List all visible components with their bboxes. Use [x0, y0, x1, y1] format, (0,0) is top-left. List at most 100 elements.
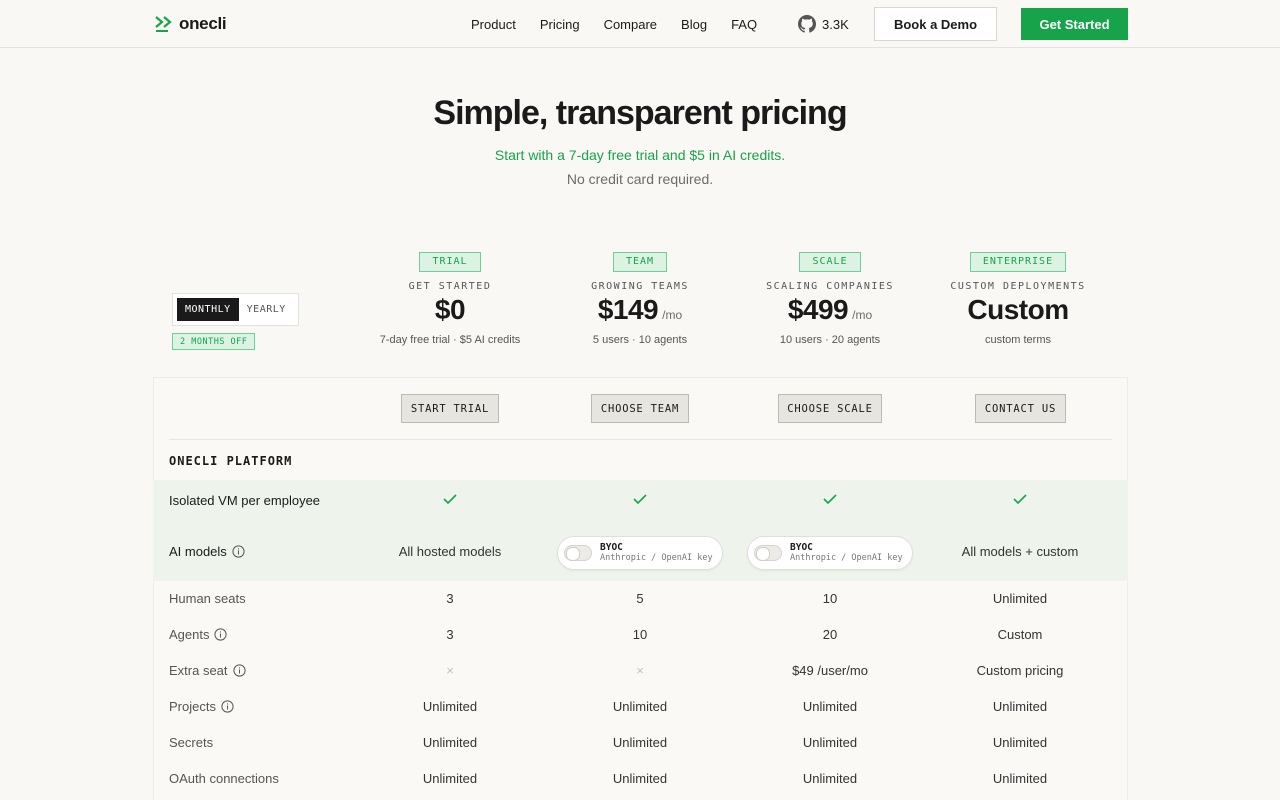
byoc-switch[interactable] — [754, 545, 782, 561]
row-label-isolated-vm: Isolated VM per employee — [169, 493, 321, 508]
billing-monthly-option[interactable]: MONTHLY — [177, 298, 239, 321]
hero-subtitle-secondary: No credit card required. — [566, 171, 714, 187]
plan-kicker: GROWING TEAMS — [591, 281, 689, 292]
table-cell: 10 — [822, 591, 838, 606]
page-title: Simple, transparent pricing — [433, 94, 847, 132]
row-label-text: AI models — [169, 544, 227, 559]
plan-kicker: GET STARTED — [408, 281, 492, 292]
plan-price: $0 — [434, 294, 466, 325]
start-trial-button[interactable]: START TRIAL — [401, 394, 499, 423]
row-label-ai-models: AI models — [169, 544, 245, 559]
table-cell: 20 — [822, 627, 838, 642]
table-cell: 3 — [446, 627, 454, 642]
cross-icon: × — [446, 663, 454, 678]
table-cell: Unlimited — [612, 771, 668, 786]
plan-kicker: SCALING COMPANIES — [766, 281, 894, 292]
choose-scale-button[interactable]: CHOOSE SCALE — [778, 394, 882, 423]
row-label-projects: Projects — [169, 699, 234, 714]
get-started-button[interactable]: Get Started — [1021, 8, 1128, 40]
top-nav: onecli Product Pricing Compare Blog FAQ … — [0, 0, 1280, 48]
plan-price: $499 — [787, 294, 849, 325]
nav-link-faq[interactable]: FAQ — [731, 17, 757, 32]
check-icon — [545, 493, 735, 508]
models-trial: All hosted models — [398, 544, 502, 559]
nav-link-product[interactable]: Product — [471, 17, 516, 32]
cross-icon: × — [636, 663, 644, 678]
byoc-switch[interactable] — [564, 545, 592, 561]
info-icon[interactable] — [214, 628, 228, 641]
row-label-secrets: Secrets — [169, 735, 214, 750]
nav-link-blog[interactable]: Blog — [681, 17, 707, 32]
table-cell: 3 — [446, 591, 454, 606]
plan-team: TEAM GROWING TEAMS $149 /mo 5 users · 10… — [545, 251, 735, 346]
contact-us-button[interactable]: CONTACT US — [975, 394, 1066, 423]
info-icon[interactable] — [232, 664, 246, 677]
logo[interactable]: onecli — [154, 14, 227, 34]
row-label-oauth-connections: OAuth connections — [169, 771, 279, 786]
byoc-toggle-team[interactable]: BYOC Anthropic / OpenAI key — [557, 536, 723, 570]
byoc-subtitle: Anthropic / OpenAI key — [600, 552, 713, 563]
table-cell: Unlimited — [802, 699, 858, 714]
info-icon[interactable] — [232, 545, 245, 558]
plan-tag: SCALE — [799, 252, 861, 272]
plan-tag: TRIAL — [419, 252, 481, 272]
table-cell: Unlimited — [802, 771, 858, 786]
table-cell: Unlimited — [992, 771, 1048, 786]
book-demo-button[interactable]: Book a Demo — [874, 7, 997, 41]
github-link[interactable]: 3.3K — [798, 15, 849, 33]
plan-note: 7-day free trial · $5 AI credits — [379, 334, 521, 346]
discount-badge: 2 MONTHS OFF — [172, 333, 256, 350]
byoc-title: BYOC — [790, 541, 813, 553]
billing-toggle: MONTHLY YEARLY — [172, 293, 299, 326]
table-cell: Unlimited — [992, 735, 1048, 750]
row-label-text: Agents — [169, 627, 210, 642]
plan-period: /mo — [662, 308, 683, 322]
row-label-human-seats: Human seats — [169, 591, 246, 606]
byoc-title: BYOC — [600, 541, 623, 553]
github-icon — [798, 15, 816, 33]
plan-price: Custom — [967, 294, 1069, 325]
nav-links: Product Pricing Compare Blog FAQ — [471, 0, 781, 48]
byoc-subtitle: Anthropic / OpenAI key — [790, 552, 903, 563]
table-cell: Unlimited — [802, 735, 858, 750]
plan-price: $149 — [597, 294, 659, 325]
table-cell: Unlimited — [422, 771, 478, 786]
divider — [169, 439, 1112, 440]
github-stars: 3.3K — [822, 16, 849, 32]
table-cell: Custom pricing — [976, 663, 1064, 678]
section-title: ONECLI PLATFORM — [169, 454, 293, 468]
check-icon — [735, 493, 925, 508]
table-cell: 5 — [636, 591, 644, 606]
choose-team-button[interactable]: CHOOSE TEAM — [591, 394, 689, 423]
table-cell: Custom — [997, 627, 1043, 642]
check-icon — [925, 493, 1115, 508]
table-cell: Unlimited — [612, 699, 668, 714]
plan-enterprise: ENTERPRISE CUSTOM DEPLOYMENTS Custom cus… — [923, 251, 1113, 346]
hero-subtitle: Start with a 7-day free trial and $5 in … — [494, 147, 786, 163]
plan-note: custom terms — [984, 334, 1051, 346]
plan-note: 10 users · 20 agents — [779, 334, 881, 346]
check-icon — [355, 493, 545, 508]
billing-yearly-option[interactable]: YEARLY — [239, 298, 294, 321]
plan-kicker: CUSTOM DEPLOYMENTS — [950, 281, 1086, 292]
row-label-extra-seat: Extra seat — [169, 663, 246, 678]
table-cell: Unlimited — [422, 699, 478, 714]
logo-text: onecli — [179, 14, 227, 33]
plan-period: /mo — [852, 308, 873, 322]
row-label-text: Projects — [169, 699, 216, 714]
plan-scale: SCALE SCALING COMPANIES $499 /mo 10 user… — [735, 251, 925, 346]
plan-note: 5 users · 10 agents — [592, 334, 688, 346]
row-label-text: Extra seat — [169, 663, 228, 678]
info-icon[interactable] — [221, 700, 234, 713]
models-enterprise: All models + custom — [961, 544, 1079, 559]
byoc-toggle-scale[interactable]: BYOC Anthropic / OpenAI key — [747, 536, 913, 570]
nav-link-compare[interactable]: Compare — [604, 17, 657, 32]
plan-trial: TRIAL GET STARTED $0 7-day free trial · … — [355, 251, 545, 346]
row-label-agents: Agents — [169, 627, 228, 642]
plan-tag: TEAM — [612, 252, 668, 272]
table-cell: Unlimited — [422, 735, 478, 750]
table-cell: $49 /user/mo — [792, 663, 868, 678]
table-cell: Unlimited — [612, 735, 668, 750]
nav-link-pricing[interactable]: Pricing — [540, 17, 580, 32]
table-cell: 10 — [632, 627, 648, 642]
